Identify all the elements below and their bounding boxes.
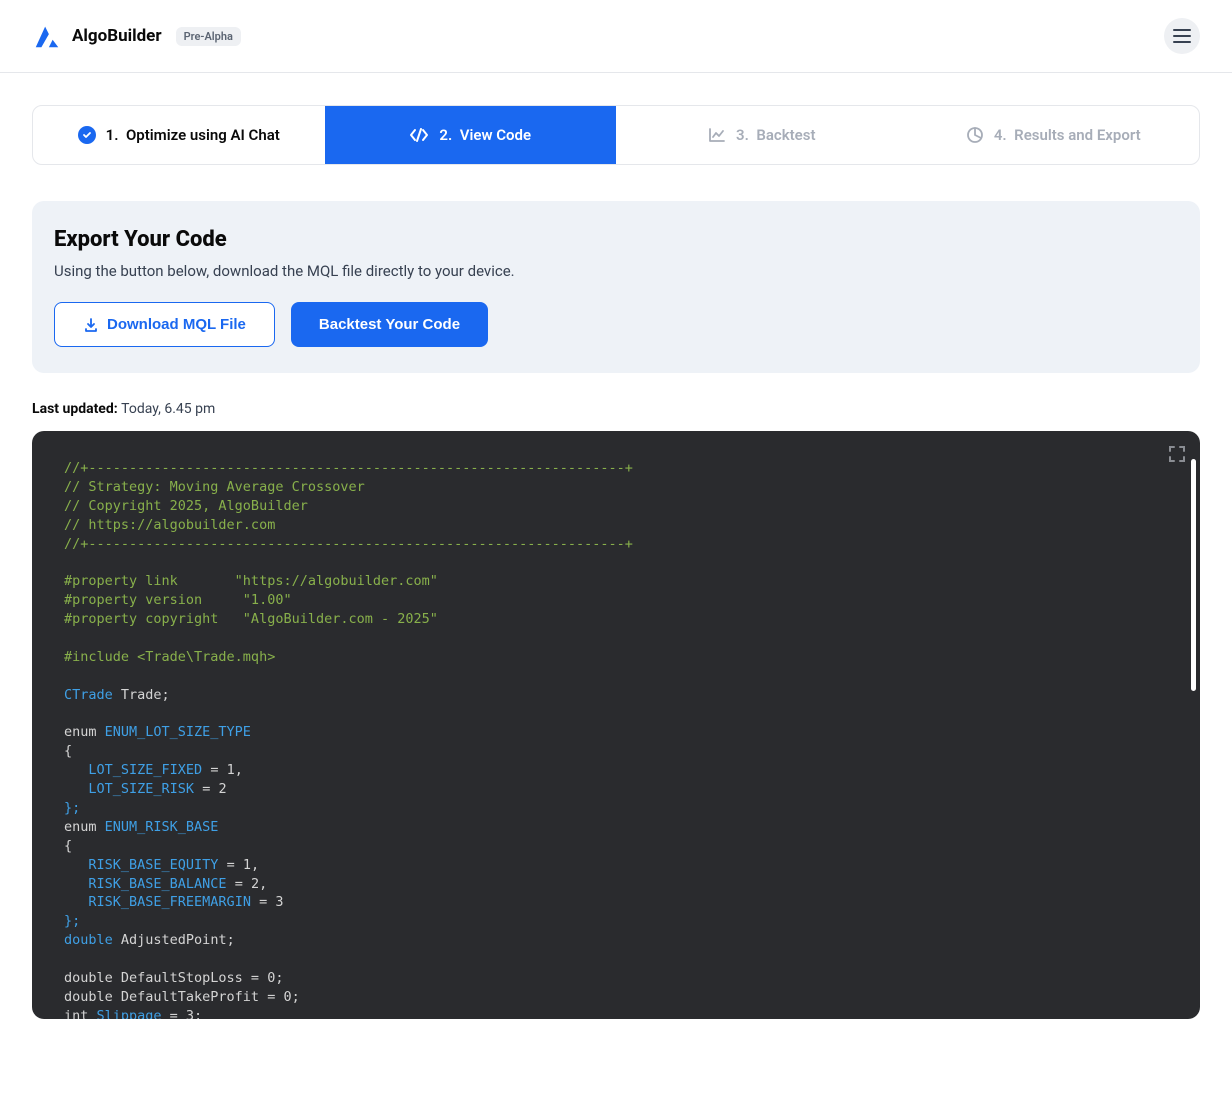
step-tabs: 1. Optimize using AI Chat 2. View Code 3…	[32, 105, 1200, 165]
logo-icon	[32, 21, 62, 51]
step-label: 1. Optimize using AI Chat	[106, 126, 280, 144]
main-content: 1. Optimize using AI Chat 2. View Code 3…	[0, 73, 1232, 1051]
brand: AlgoBuilder Pre-Alpha	[32, 21, 241, 51]
last-updated-label: Last updated:	[32, 401, 121, 417]
pie-icon	[966, 126, 984, 144]
step-results[interactable]: 4. Results and Export	[908, 106, 1200, 164]
code-content[interactable]: //+-------------------------------------…	[32, 431, 1200, 1019]
last-updated: Last updated: Today, 6.45 pm	[32, 401, 1200, 417]
step-label: 4. Results and Export	[994, 126, 1141, 144]
download-mql-button[interactable]: Download MQL File	[54, 302, 275, 347]
header: AlgoBuilder Pre-Alpha	[0, 0, 1232, 73]
backtest-button[interactable]: Backtest Your Code	[291, 302, 488, 347]
check-icon	[78, 126, 96, 144]
last-updated-value: Today, 6.45 pm	[121, 401, 215, 417]
export-description: Using the button below, download the MQL…	[54, 262, 1178, 280]
button-row: Download MQL File Backtest Your Code	[54, 302, 1178, 347]
menu-button[interactable]	[1164, 18, 1200, 54]
export-panel: Export Your Code Using the button below,…	[32, 201, 1200, 373]
backtest-button-label: Backtest Your Code	[319, 316, 460, 333]
download-icon	[83, 317, 99, 333]
chart-icon	[708, 127, 726, 143]
step-optimize[interactable]: 1. Optimize using AI Chat	[33, 106, 325, 164]
pre-alpha-badge: Pre-Alpha	[176, 27, 241, 46]
expand-icon	[1168, 445, 1186, 463]
step-label: 3. Backtest	[736, 126, 816, 144]
scrollbar[interactable]	[1191, 459, 1196, 691]
expand-button[interactable]	[1168, 445, 1186, 467]
step-view-code[interactable]: 2. View Code	[325, 106, 617, 164]
step-label: 2. View Code	[439, 126, 531, 144]
download-button-label: Download MQL File	[107, 316, 246, 333]
hamburger-icon	[1173, 29, 1191, 43]
step-backtest[interactable]: 3. Backtest	[616, 106, 908, 164]
export-title: Export Your Code	[54, 227, 1178, 252]
brand-name: AlgoBuilder	[72, 26, 162, 46]
code-viewer: //+-------------------------------------…	[32, 431, 1200, 1019]
code-icon	[409, 127, 429, 143]
